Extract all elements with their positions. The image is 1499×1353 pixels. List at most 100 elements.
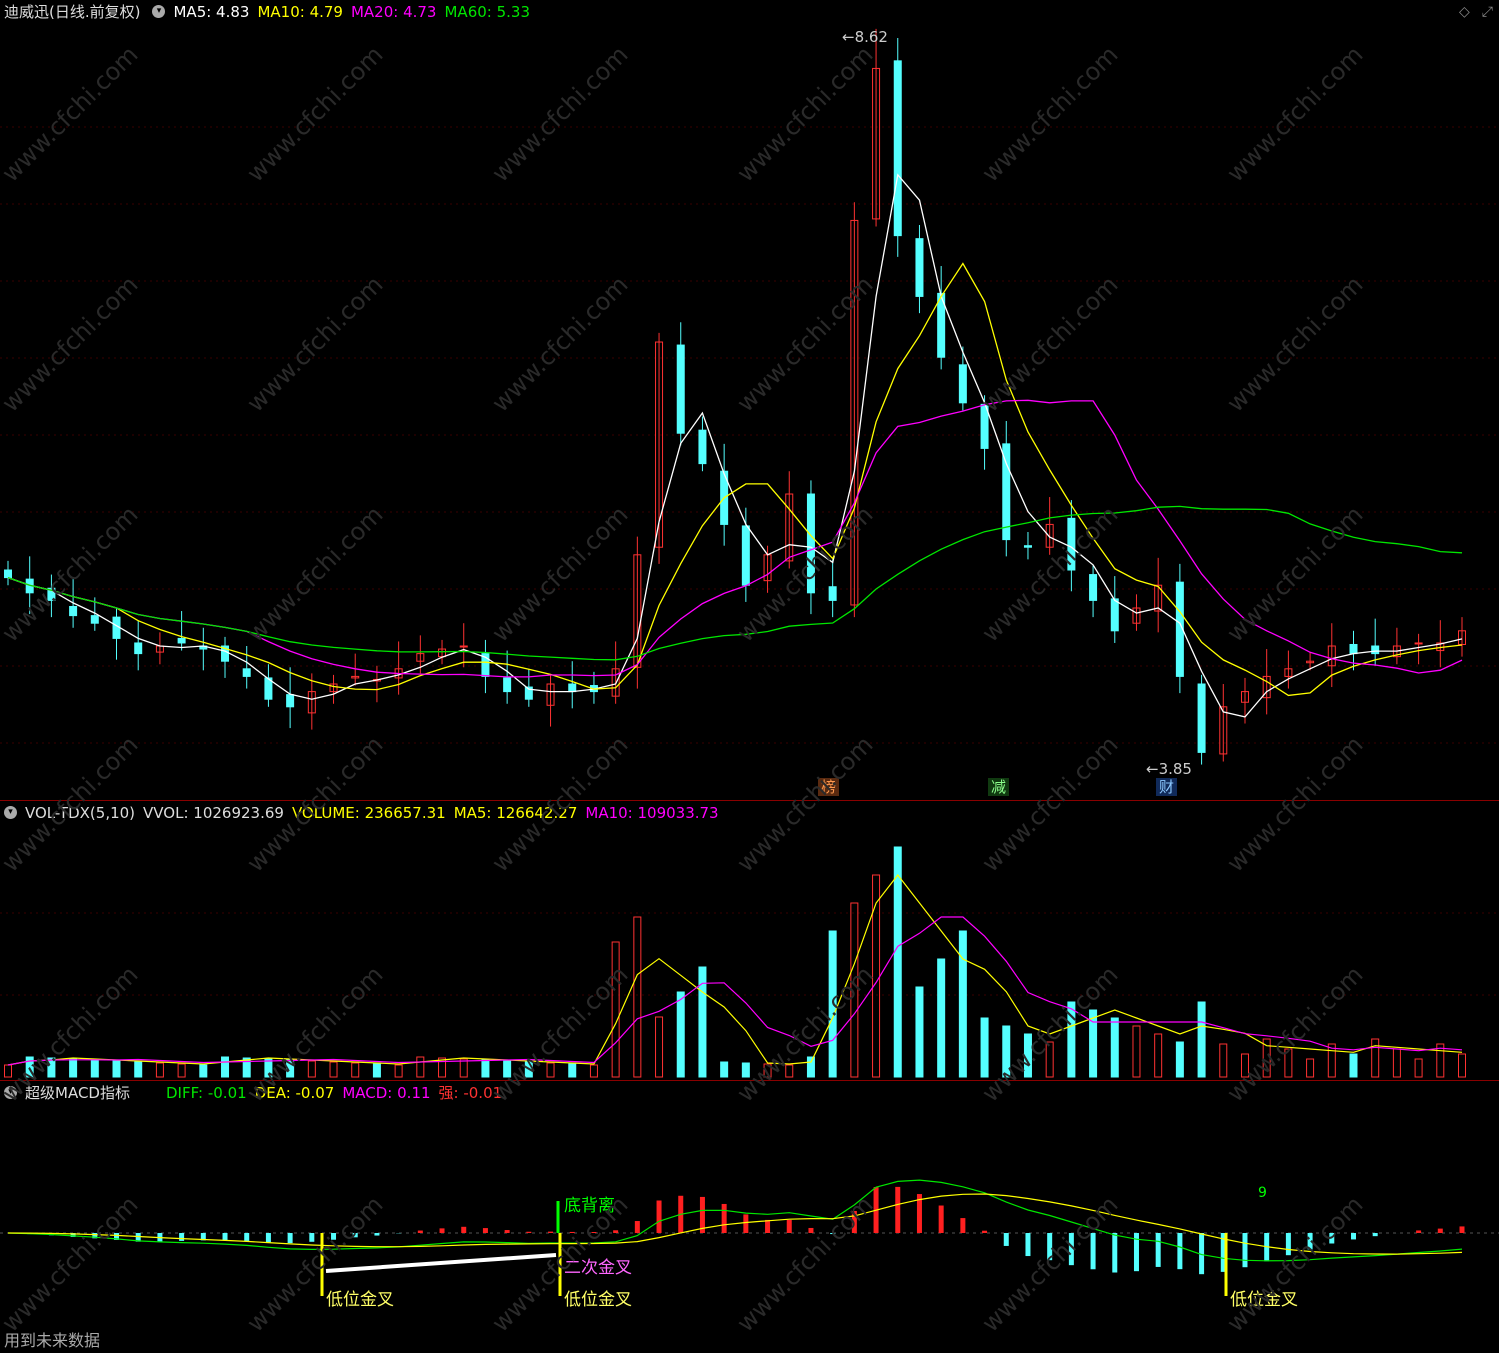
volume-bar xyxy=(569,1064,576,1077)
volume-indicator-name[interactable]: VOL-TDX(5,10) xyxy=(25,804,135,822)
price-header: 迪威迅(日线.前复权) ▾ MA5: 4.83 MA10: 4.79 MA20: 4.7… xyxy=(0,0,1499,24)
macd-histogram-bar xyxy=(483,1228,488,1233)
macd-histogram-bar xyxy=(1069,1233,1074,1265)
macd-histogram-bar xyxy=(960,1218,965,1233)
macd-histogram-bar xyxy=(1112,1233,1117,1273)
volume-bar xyxy=(829,931,836,1077)
volume-bar xyxy=(287,1060,294,1077)
candle-body xyxy=(807,494,814,593)
macd-histogram-bar xyxy=(1308,1233,1313,1249)
volume-bar xyxy=(764,1064,771,1077)
macd-histogram-bar xyxy=(1351,1233,1356,1239)
badge-ranking[interactable]: 榜 xyxy=(818,778,839,796)
macd-header: ▾超级MACD指标DIFF: -0.01DEA: -0.07MACD: 0.11… xyxy=(0,1081,1499,1105)
macd-histogram-bar xyxy=(722,1204,727,1233)
macd-histogram-bar xyxy=(244,1233,249,1241)
volume-bar xyxy=(178,1064,185,1077)
settings-circle-icon[interactable]: ▾ xyxy=(152,5,165,18)
candle-body xyxy=(1198,684,1205,752)
volume-bar xyxy=(525,1062,532,1077)
candle-body xyxy=(243,669,250,677)
low-cross-label-2: 低位金叉 xyxy=(564,1285,632,1310)
candle-body xyxy=(677,345,684,433)
strong-value: 强: -0.01 xyxy=(439,1084,503,1102)
bottom-divergence-label: 底背离 xyxy=(564,1191,615,1216)
volume-bar xyxy=(1003,1026,1010,1077)
ma10-value: MA10: 4.79 xyxy=(257,3,343,21)
volume-bar xyxy=(1046,1042,1053,1077)
candle-body xyxy=(504,678,511,692)
macd-histogram-bar xyxy=(461,1227,466,1233)
macd-histogram-bar xyxy=(526,1232,531,1233)
low-cross-label-3: 低位金叉 xyxy=(1230,1285,1298,1310)
volume-bar xyxy=(1176,1042,1183,1077)
price-chart[interactable] xyxy=(0,0,1499,798)
macd-histogram-bar xyxy=(1242,1233,1247,1267)
high-price-label: ←8.62 xyxy=(842,28,888,46)
macd-histogram-bar xyxy=(1329,1233,1334,1244)
window-controls: ◇⤢ xyxy=(1447,4,1493,20)
macd-histogram-bar xyxy=(787,1220,792,1233)
volume-bar xyxy=(1133,1026,1140,1077)
candle-body xyxy=(1350,644,1357,653)
macd-histogram-bar xyxy=(288,1233,293,1243)
candle-body xyxy=(460,646,467,647)
high-price-value: 8.62 xyxy=(855,28,888,46)
volume-chart[interactable] xyxy=(0,801,1499,1079)
ma5-value: MA5: 4.83 xyxy=(173,3,249,21)
macd-histogram-bar xyxy=(331,1233,336,1240)
footer-note: 用到未来数据 xyxy=(4,1327,100,1351)
volume-bar xyxy=(26,1057,33,1077)
volume-bar xyxy=(417,1057,424,1077)
macd-histogram-bar xyxy=(309,1233,314,1242)
volume-bar xyxy=(200,1065,207,1077)
badge-reduce[interactable]: 减 xyxy=(988,778,1009,796)
macd-histogram-bar xyxy=(1004,1233,1009,1246)
volume-panel[interactable]: ▾VOL-TDX(5,10)VVOL: 1026923.69VOLUME: 23… xyxy=(0,800,1499,1079)
macd-chart[interactable] xyxy=(0,1081,1499,1353)
volume-bar xyxy=(851,903,858,1077)
macd-histogram-bar xyxy=(440,1228,445,1233)
volume-bar xyxy=(894,847,901,1077)
volume-bar xyxy=(1220,1044,1227,1077)
macd-histogram-bar xyxy=(570,1232,575,1233)
second-cross-label: 二次金叉 xyxy=(564,1253,632,1278)
vvol-value: VVOL: 1026923.69 xyxy=(143,804,284,822)
volume-bar xyxy=(373,1064,380,1077)
ma10-line xyxy=(8,264,1462,696)
macd-histogram-bar xyxy=(374,1233,379,1236)
candle-body xyxy=(1068,518,1075,570)
volume-bar xyxy=(742,1063,749,1077)
macd-histogram-bar xyxy=(353,1233,358,1237)
low-price-value: 3.85 xyxy=(1159,760,1192,778)
volume-bar xyxy=(1241,1054,1248,1077)
ma20-value: MA20: 4.73 xyxy=(351,3,437,21)
macd-settings-icon[interactable]: ▾ xyxy=(4,1086,17,1099)
macd-histogram-bar xyxy=(1047,1233,1052,1260)
price-panel[interactable]: 迪威迅(日线.前复权) ▾ MA5: 4.83 MA10: 4.79 MA20: 4.7… xyxy=(0,0,1499,798)
candle-body xyxy=(70,606,77,615)
vol-ma10-value: MA10: 109033.73 xyxy=(585,804,718,822)
volume-bar xyxy=(5,1065,12,1077)
candle-body xyxy=(916,239,923,297)
volume-bar xyxy=(612,942,619,1077)
macd-histogram-bar xyxy=(743,1214,748,1233)
diamond-icon[interactable]: ◇ xyxy=(1459,4,1470,20)
candle-body xyxy=(829,587,836,601)
ma60-line xyxy=(8,506,1462,659)
macd-panel[interactable]: ▾超级MACD指标DIFF: -0.01DEA: -0.07MACD: 0.11… xyxy=(0,1080,1499,1353)
divergence-connector-line xyxy=(326,1255,556,1271)
candle-body xyxy=(91,616,98,624)
candle-body xyxy=(5,570,12,578)
macd-histogram-bar xyxy=(1460,1226,1465,1233)
volume-settings-icon[interactable]: ▾ xyxy=(4,806,17,819)
stock-name[interactable]: 迪威迅(日线.前复权) xyxy=(4,3,140,21)
volume-bar xyxy=(1459,1054,1466,1077)
macd-histogram-bar xyxy=(1438,1229,1443,1233)
macd-histogram-bar xyxy=(1025,1233,1030,1256)
maximize-icon[interactable]: ⤢ xyxy=(1482,4,1493,20)
candle-body xyxy=(742,526,749,585)
badge-finance[interactable]: 财 xyxy=(1156,778,1177,796)
macd-histogram-bar xyxy=(765,1220,770,1233)
macd-indicator-name[interactable]: 超级MACD指标 xyxy=(25,1084,130,1102)
